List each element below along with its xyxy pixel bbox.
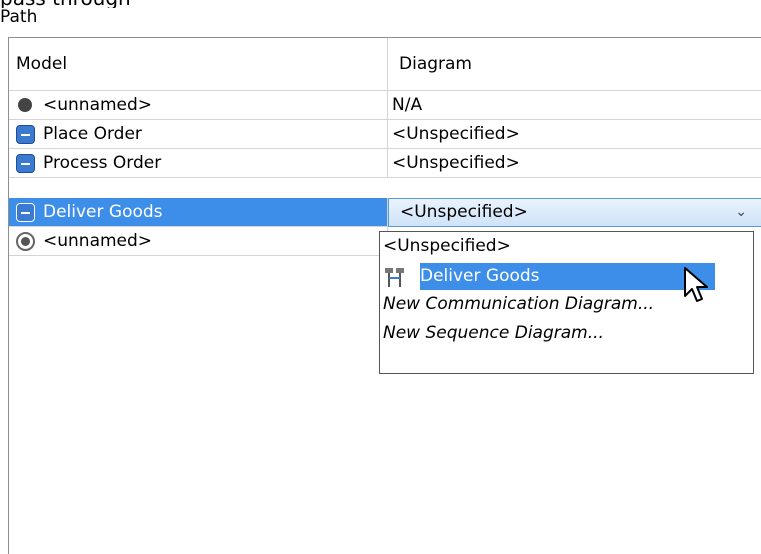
table-row[interactable]: Process Order <Unspecified> (9, 149, 761, 178)
model-label: <unnamed> (43, 95, 153, 115)
model-cell[interactable]: Deliver Goods (9, 198, 388, 227)
diagram-cell[interactable]: <Unspecified> (388, 120, 761, 149)
initial-node-icon (18, 98, 32, 112)
column-header-diagram[interactable]: Diagram (388, 38, 761, 91)
model-cell[interactable]: <unnamed> (9, 91, 388, 120)
model-label: <unnamed> (43, 231, 153, 251)
action-icon (16, 154, 35, 173)
mouse-pointer-icon (684, 267, 708, 302)
dropdown-option-label: Deliver Goods (420, 263, 715, 290)
table-row[interactable]: <unnamed> N/A (9, 91, 761, 120)
action-icon (16, 203, 35, 222)
table-row-selected[interactable]: Deliver Goods <Unspecified> ⌄ (9, 198, 761, 227)
model-label: Process Order (43, 153, 162, 173)
interaction-diagram-icon (385, 268, 404, 287)
dropdown-option-new-sequence-diagram[interactable]: New Sequence Diagram... (380, 319, 753, 348)
model-label: Place Order (43, 124, 142, 144)
diagram-cell[interactable]: <Unspecified> (388, 149, 761, 178)
column-header-model[interactable]: Model (9, 38, 388, 91)
path-label: Path (0, 7, 38, 27)
model-label: Deliver Goods (43, 202, 163, 222)
model-cell[interactable]: Process Order (9, 149, 388, 178)
table-row[interactable]: Place Order <Unspecified> (9, 120, 761, 149)
dropdown-option-unspecified[interactable]: <Unspecified> (380, 232, 753, 261)
model-cell[interactable]: Place Order (9, 120, 388, 149)
combobox-value: <Unspecified> (400, 202, 528, 222)
action-icon (16, 125, 35, 144)
model-cell[interactable]: <unnamed> (9, 227, 388, 256)
diagram-combobox[interactable]: <Unspecified> ⌄ (388, 198, 761, 227)
final-node-icon (16, 232, 35, 251)
chevron-down-icon[interactable]: ⌄ (735, 199, 747, 226)
diagram-cell[interactable]: N/A (388, 91, 761, 120)
